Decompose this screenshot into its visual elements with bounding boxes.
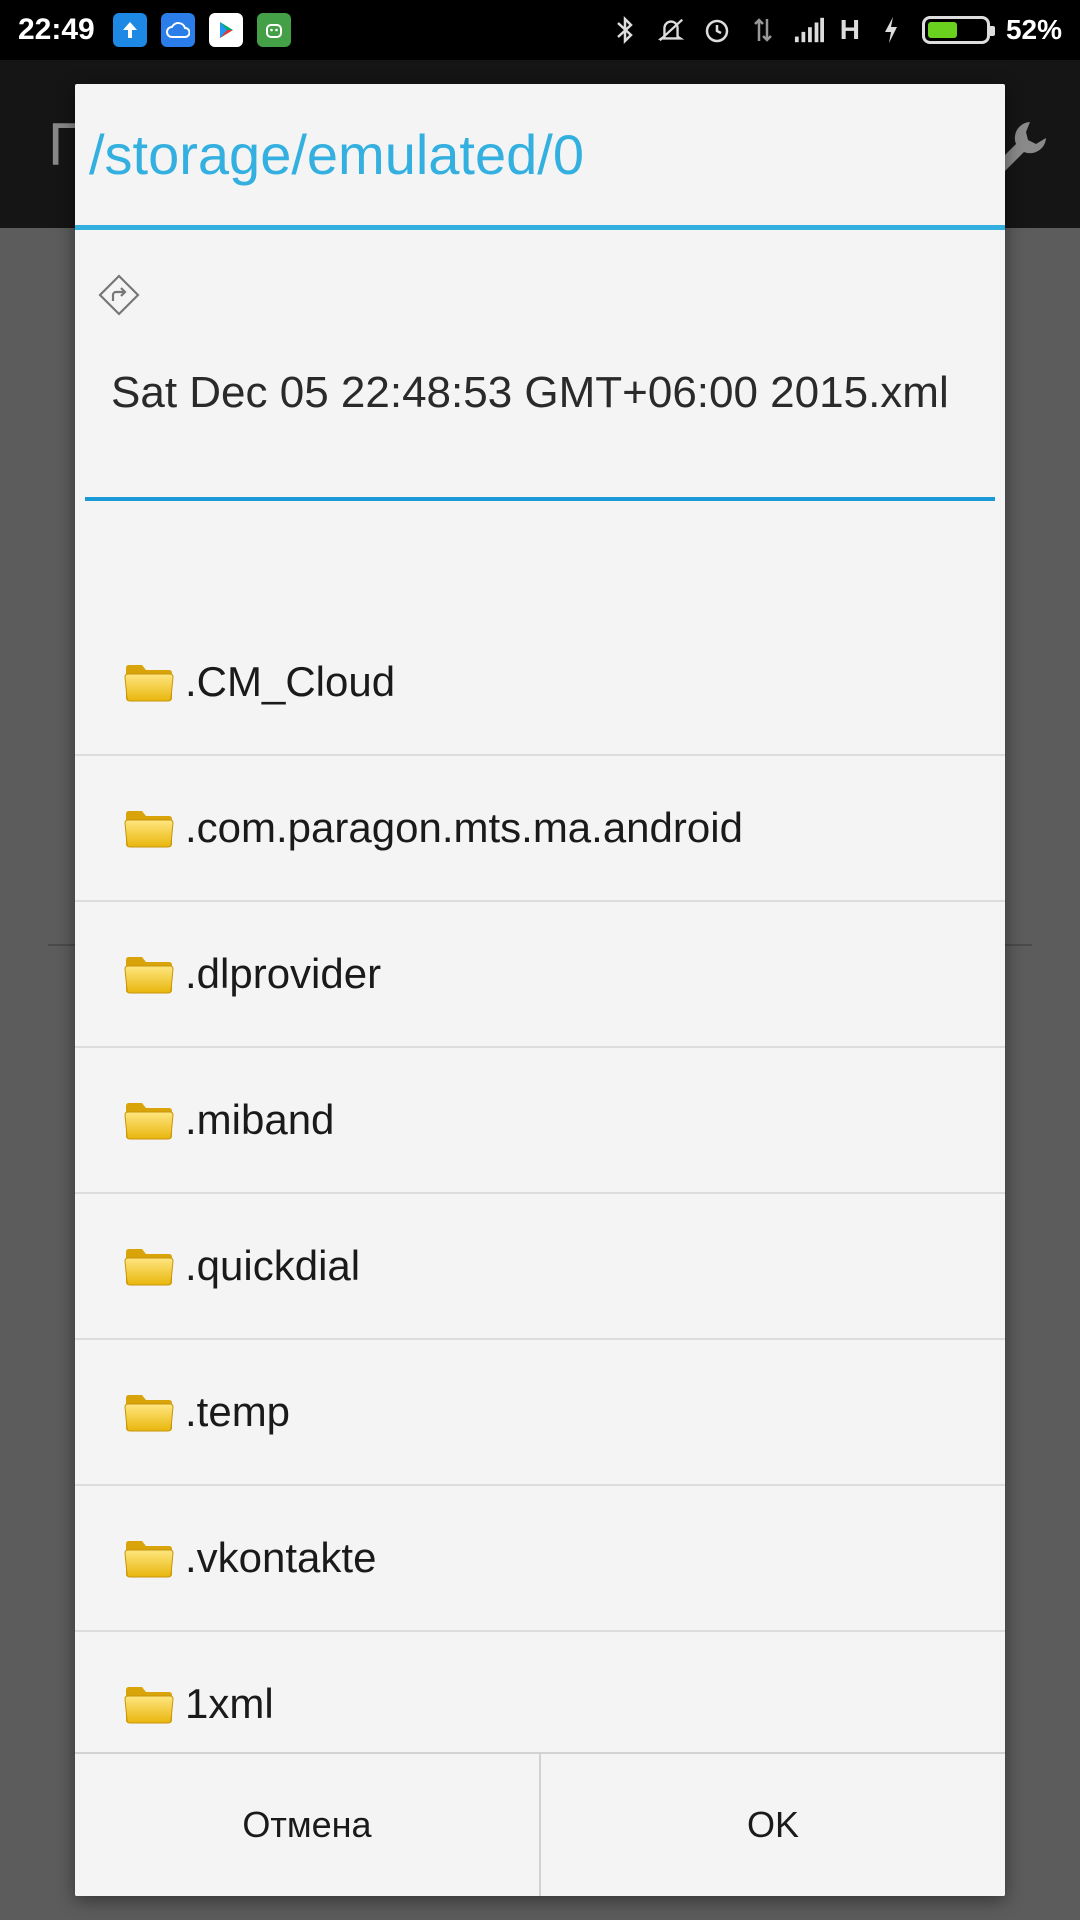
cancel-button[interactable]: Отмена bbox=[75, 1754, 539, 1896]
folder-item[interactable]: .vkontakte bbox=[75, 1486, 1005, 1632]
folder-icon bbox=[123, 1682, 175, 1726]
network-type: H bbox=[839, 14, 860, 45]
folder-item[interactable]: .quickdial bbox=[75, 1194, 1005, 1340]
folder-name: .quickdial bbox=[185, 1242, 361, 1289]
directions-icon[interactable] bbox=[97, 273, 141, 317]
signal-icon bbox=[794, 15, 824, 45]
folder-name: 1xml bbox=[185, 1680, 274, 1727]
nav-row bbox=[75, 230, 1005, 360]
folder-item[interactable]: .CM_Cloud bbox=[75, 610, 1005, 756]
folder-name: .miband bbox=[185, 1096, 335, 1143]
alarm-icon bbox=[702, 15, 732, 45]
folder-icon bbox=[123, 1098, 175, 1142]
status-bar: 22:49 H 52% bbox=[0, 0, 1080, 60]
battery-percent: 52% bbox=[1005, 14, 1062, 45]
dialog-buttons: Отмена OK bbox=[75, 1752, 1005, 1896]
status-time: 22:49 bbox=[18, 13, 95, 46]
charging-icon bbox=[876, 15, 906, 45]
ok-button[interactable]: OK bbox=[539, 1754, 1005, 1896]
folder-list: .CM_Cloud .com.paragon.mts.ma.android .d… bbox=[75, 610, 1005, 1778]
play-store-icon bbox=[208, 13, 243, 47]
system-icons: H 52% bbox=[610, 14, 1062, 46]
dialog-title: /storage/emulated/0 bbox=[75, 84, 1005, 230]
folder-icon bbox=[123, 806, 175, 850]
filename-field-container bbox=[85, 360, 995, 501]
data-arrows-icon bbox=[748, 15, 778, 45]
folder-name: .temp bbox=[185, 1388, 291, 1435]
filename-input[interactable] bbox=[111, 366, 975, 478]
folder-name: .com.paragon.mts.ma.android bbox=[185, 804, 743, 851]
save-file-dialog: /storage/emulated/0 .CM bbox=[75, 84, 1005, 1896]
upload-icon bbox=[112, 13, 147, 47]
folder-icon bbox=[123, 1390, 175, 1434]
mute-icon bbox=[656, 15, 686, 45]
folder-icon bbox=[123, 660, 175, 704]
folder-item[interactable]: .temp bbox=[75, 1340, 1005, 1486]
folder-icon bbox=[123, 1244, 175, 1288]
folder-item[interactable]: .miband bbox=[75, 1048, 1005, 1194]
folder-item[interactable]: .dlprovider bbox=[75, 902, 1005, 1048]
folder-icon bbox=[123, 1536, 175, 1580]
android-icon bbox=[256, 13, 291, 47]
bluetooth-icon bbox=[610, 15, 640, 45]
cloud-icon bbox=[160, 13, 195, 47]
folder-item[interactable]: .com.paragon.mts.ma.android bbox=[75, 756, 1005, 902]
folder-icon bbox=[123, 952, 175, 996]
folder-name: .vkontakte bbox=[185, 1534, 377, 1581]
battery-icon bbox=[921, 16, 995, 44]
folder-name: .CM_Cloud bbox=[185, 658, 396, 705]
folder-name: .dlprovider bbox=[185, 950, 382, 997]
